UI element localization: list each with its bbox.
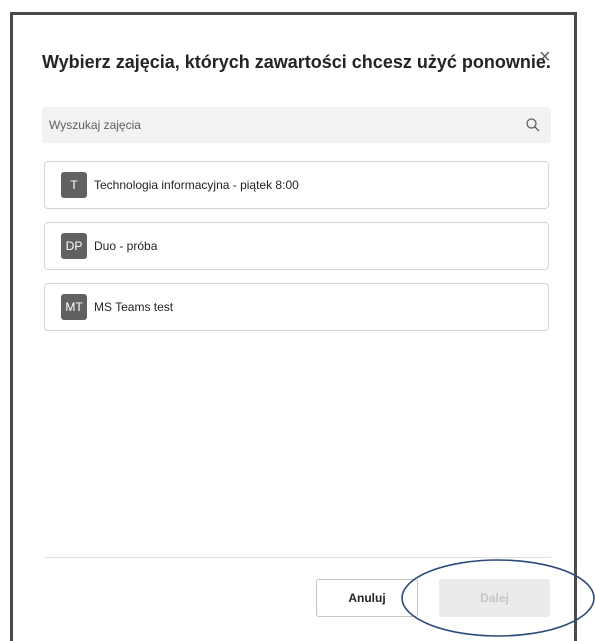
search-icon[interactable] (525, 117, 541, 133)
next-button[interactable]: Dalej (439, 579, 550, 617)
class-name: Duo - próba (94, 239, 158, 253)
footer-divider (44, 557, 551, 558)
class-item[interactable]: MT MS Teams test (44, 283, 549, 331)
class-name: MS Teams test (94, 300, 174, 314)
close-icon[interactable]: × (539, 47, 555, 67)
class-item[interactable]: DP Duo - próba (44, 222, 549, 270)
search-input[interactable] (42, 107, 519, 143)
class-name: Technologia informacyjna - piątek 8:00 (94, 178, 299, 192)
class-avatar: MT (61, 294, 87, 320)
class-item[interactable]: T Technologia informacyjna - piątek 8:00 (44, 161, 549, 209)
class-avatar: T (61, 172, 87, 198)
cancel-button[interactable]: Anuluj (316, 579, 418, 617)
class-avatar: DP (61, 233, 87, 259)
search-box[interactable] (42, 107, 551, 143)
dialog-title: Wybierz zajęcia, których zawartości chce… (42, 52, 551, 72)
